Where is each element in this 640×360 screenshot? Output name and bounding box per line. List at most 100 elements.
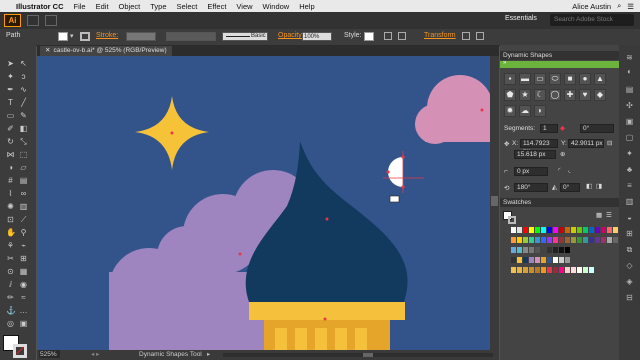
curvature-icon[interactable]: ∿ [19,85,28,94]
layers-panel-icon[interactable]: ≋ [625,53,634,62]
status-tool-label[interactable]: Dynamic Shapes Tool [139,350,202,360]
artboards-icon[interactable]: ⊟ [625,293,634,302]
arrow-shape-icon[interactable]: ◆ [594,89,606,101]
lasso-icon[interactable]: ↄ [19,72,28,81]
color-swatch[interactable] [559,237,564,243]
color-swatch[interactable] [565,257,570,263]
radius-field[interactable]: 0° [560,183,580,192]
color-swatch[interactable] [535,227,540,233]
color-swatch[interactable] [595,227,600,233]
scissors-icon[interactable]: ✂ [6,254,15,263]
color-swatch[interactable] [517,257,522,263]
width-field[interactable]: 15.618 px [514,150,556,159]
symbol-sprayer-icon[interactable]: ✺ [6,202,15,211]
brushes-icon[interactable]: ✦ [625,149,634,158]
vertical-scrollbar[interactable] [490,56,499,350]
polygon-shape-icon[interactable]: ⬟ [504,89,516,101]
artboard-icon[interactable]: ⊡ [6,215,15,224]
mask-icon[interactable]: ◎ [6,319,15,328]
graphic-styles-icon[interactable]: ▢ [625,133,634,142]
link-icon[interactable]: ⊕ [560,150,565,158]
anchor-icon[interactable]: ⚓ [6,306,16,315]
color-swatch[interactable] [559,257,564,263]
color-swatch[interactable] [553,237,558,243]
color-swatch[interactable] [559,227,564,233]
more-tools-icon[interactable]: … [19,306,28,315]
color-swatch[interactable] [589,227,594,233]
opacity-field[interactable]: 100% [302,32,332,41]
swatch-grid[interactable] [503,227,618,287]
line-tool-icon[interactable]: ╱ [19,98,28,107]
transform-panel-icon[interactable]: ◇ [625,261,634,270]
tower-top[interactable] [249,302,405,320]
user-name[interactable]: Alice Austin [572,2,611,11]
color-swatch[interactable] [565,237,570,243]
more-options-icon[interactable] [476,32,484,40]
color-swatch[interactable] [577,227,582,233]
spotlight-search-icon[interactable]: ⌕ [617,1,621,11]
stroke-link[interactable]: Stroke: [96,32,118,39]
collapse-icon[interactable]: » [503,60,506,66]
list-view-icon[interactable]: ☰ [606,211,612,219]
screen-mode-icon[interactable]: ▣ [19,319,28,328]
color-swatch[interactable] [547,257,552,263]
shaper-icon[interactable]: ✐ [6,124,15,133]
menu-edit[interactable]: Edit [96,2,109,11]
plus-shape-icon[interactable]: ✚ [564,89,576,101]
star-shape-icon[interactable]: ★ [519,89,531,101]
ruler-icon[interactable]: ⊞ [19,254,28,263]
slice-icon[interactable]: ⟋ [19,215,28,224]
color-swatch[interactable] [583,227,588,233]
wide-rect-shape-icon[interactable]: ▭ [534,73,546,85]
blob-brush-icon[interactable]: ◉ [19,280,28,289]
stack-layers-icon[interactable]: ◈ [625,277,634,286]
color-swatch[interactable] [553,267,558,273]
color-swatch[interactable] [607,227,612,233]
grid-view-icon[interactable]: ▦ [596,211,602,219]
color-swatch[interactable] [565,247,570,253]
transparency-icon[interactable]: ◒ [625,213,634,222]
stroke-panel-icon[interactable]: ≡ [625,181,634,190]
menu-list-icon[interactable]: ☰ [627,2,634,11]
artboard-nav-icon[interactable]: ◂ ▸ [91,350,99,360]
corner-field[interactable]: 0 px [514,167,548,176]
color-swatch[interactable] [571,227,576,233]
swatch-stroke-box[interactable] [508,216,516,224]
color-swatch[interactable] [523,257,528,263]
bridge-icon[interactable] [27,15,39,26]
variable-width-dropdown[interactable] [166,32,216,41]
color-swatch[interactable] [589,237,594,243]
eraser-icon[interactable]: ◧ [19,124,28,133]
segments-field[interactable]: 1 [540,124,558,133]
magic-wand-icon[interactable]: ✦ [6,72,15,81]
constrain-icon[interactable]: ⊟ [607,139,612,147]
color-swatch[interactable] [547,247,552,253]
color-swatch[interactable] [547,267,552,273]
color-swatch[interactable] [541,247,546,253]
color-swatch[interactable] [583,237,588,243]
status-menu-icon[interactable]: ▸ [207,350,210,360]
color-swatch[interactable] [541,227,546,233]
graph-tool-icon[interactable]: ▥ [19,202,28,211]
x-field[interactable]: 114.7923 px [520,139,558,155]
blend-icon[interactable]: ∞ [19,189,28,198]
color-swatch[interactable] [523,247,528,253]
eyedropper-icon[interactable]: ⌇ [6,189,15,198]
recolor-icon[interactable] [384,32,392,40]
align-panel-icon[interactable]: ⊞ [625,229,634,238]
color-swatch[interactable] [547,237,552,243]
color-swatch[interactable] [523,227,528,233]
rectangle-tool-icon[interactable]: ▭ [6,111,15,120]
color-swatch[interactable] [595,237,600,243]
perspective-icon[interactable]: ▱ [19,163,28,172]
color-swatch[interactable] [535,247,540,253]
color-swatch[interactable] [607,237,612,243]
color-swatch[interactable] [517,267,522,273]
dynamic-shapes-panel-title[interactable]: Dynamic Shapes [500,51,619,60]
color-swatch[interactable] [589,267,594,273]
pen-tool-icon[interactable]: ✒ [6,85,15,94]
rotate-icon[interactable]: ↻ [6,137,15,146]
graphic-style-swatch[interactable] [364,32,374,41]
corner-round-icon[interactable]: ◟ [568,166,571,174]
knife-icon[interactable]: ⌁ [19,241,28,250]
